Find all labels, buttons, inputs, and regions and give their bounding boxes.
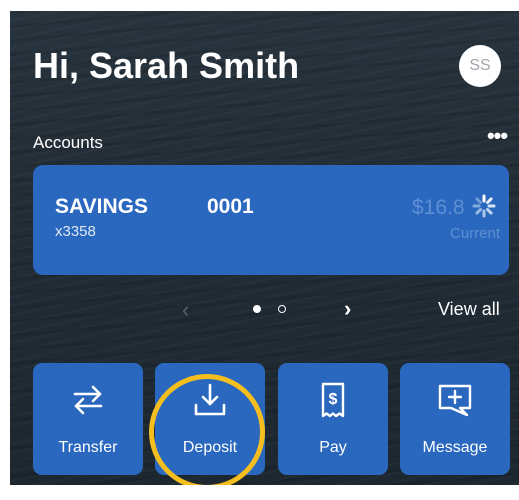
accounts-heading: Accounts [33,133,103,152]
pay-icon: $ [321,382,345,418]
account-number: 0001 [207,195,254,218]
account-pager: ‹ › View all [10,293,519,329]
pay-label: Pay [319,439,347,456]
account-masked-number: x3358 [55,223,96,240]
avatar[interactable]: SS [459,45,501,87]
message-button[interactable]: Message [400,363,510,475]
app-screen: Hi, Sarah Smith SS Accounts ••• SAVINGS … [10,11,519,485]
deposit-highlight-circle [149,374,265,485]
transfer-icon [73,385,103,415]
account-card-savings[interactable]: SAVINGS 0001 x3358 $16.8 Current [33,165,509,275]
svg-text:$: $ [329,391,338,408]
message-label: Message [422,439,488,456]
page-indicator [278,305,286,313]
account-balance: $16.8 [412,196,465,219]
view-all-link[interactable]: View all [438,299,500,320]
pay-button[interactable]: $ Pay [278,363,388,475]
balance-label: Current [450,225,501,242]
previous-account-button[interactable]: ‹ [182,297,189,323]
next-account-button[interactable]: › [344,296,351,322]
account-name: SAVINGS [55,195,148,218]
page-indicator-active [253,305,261,313]
transfer-button[interactable]: Transfer [33,363,143,475]
spinner-icon [472,194,496,218]
greeting-title: Hi, Sarah Smith [33,45,300,86]
message-icon [438,384,472,417]
more-options-button[interactable]: ••• [484,123,510,148]
transfer-label: Transfer [58,439,118,456]
